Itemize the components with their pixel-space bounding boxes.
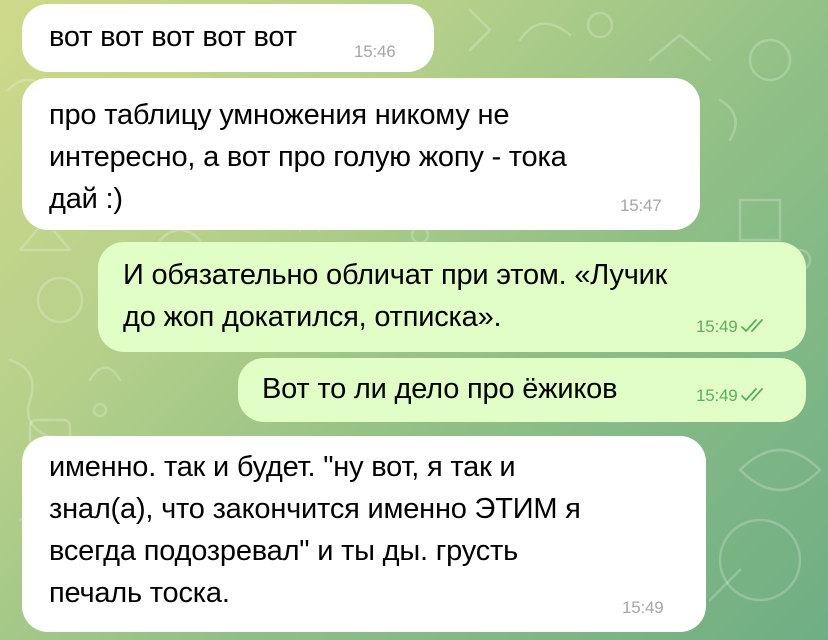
message-time: 15:46: [354, 42, 396, 61]
message-bubble[interactable]: именно. так и будет. "ну вот, я так и зн…: [22, 436, 706, 632]
double-check-icon: [740, 388, 763, 401]
message-text: именно. так и будет. "ну вот, я так и зн…: [49, 451, 581, 609]
message-text: про таблицу умножения никому не интересн…: [49, 99, 567, 215]
message-time: 15:49: [696, 317, 738, 336]
message-bubble[interactable]: вот вот вот вот вот 15:46: [22, 4, 434, 72]
message-text: Вот то ли дело про ёжиков: [262, 373, 618, 405]
message-bubble[interactable]: И обязательно обличат при этом. «Лучик д…: [98, 242, 806, 352]
message-time: 15:49: [622, 598, 664, 617]
double-check-icon: [740, 319, 763, 332]
message-bubble[interactable]: про таблицу умножения никому не интересн…: [22, 78, 700, 230]
message-status: 15:49: [696, 317, 770, 337]
message-time: 15:47: [620, 196, 662, 215]
message-bubble[interactable]: Вот то ли дело про ёжиков 15:49: [238, 358, 806, 422]
message-time: 15:49: [696, 386, 738, 405]
message-status: 15:49: [696, 386, 770, 406]
message-text: вот вот вот вот вот: [49, 21, 297, 53]
